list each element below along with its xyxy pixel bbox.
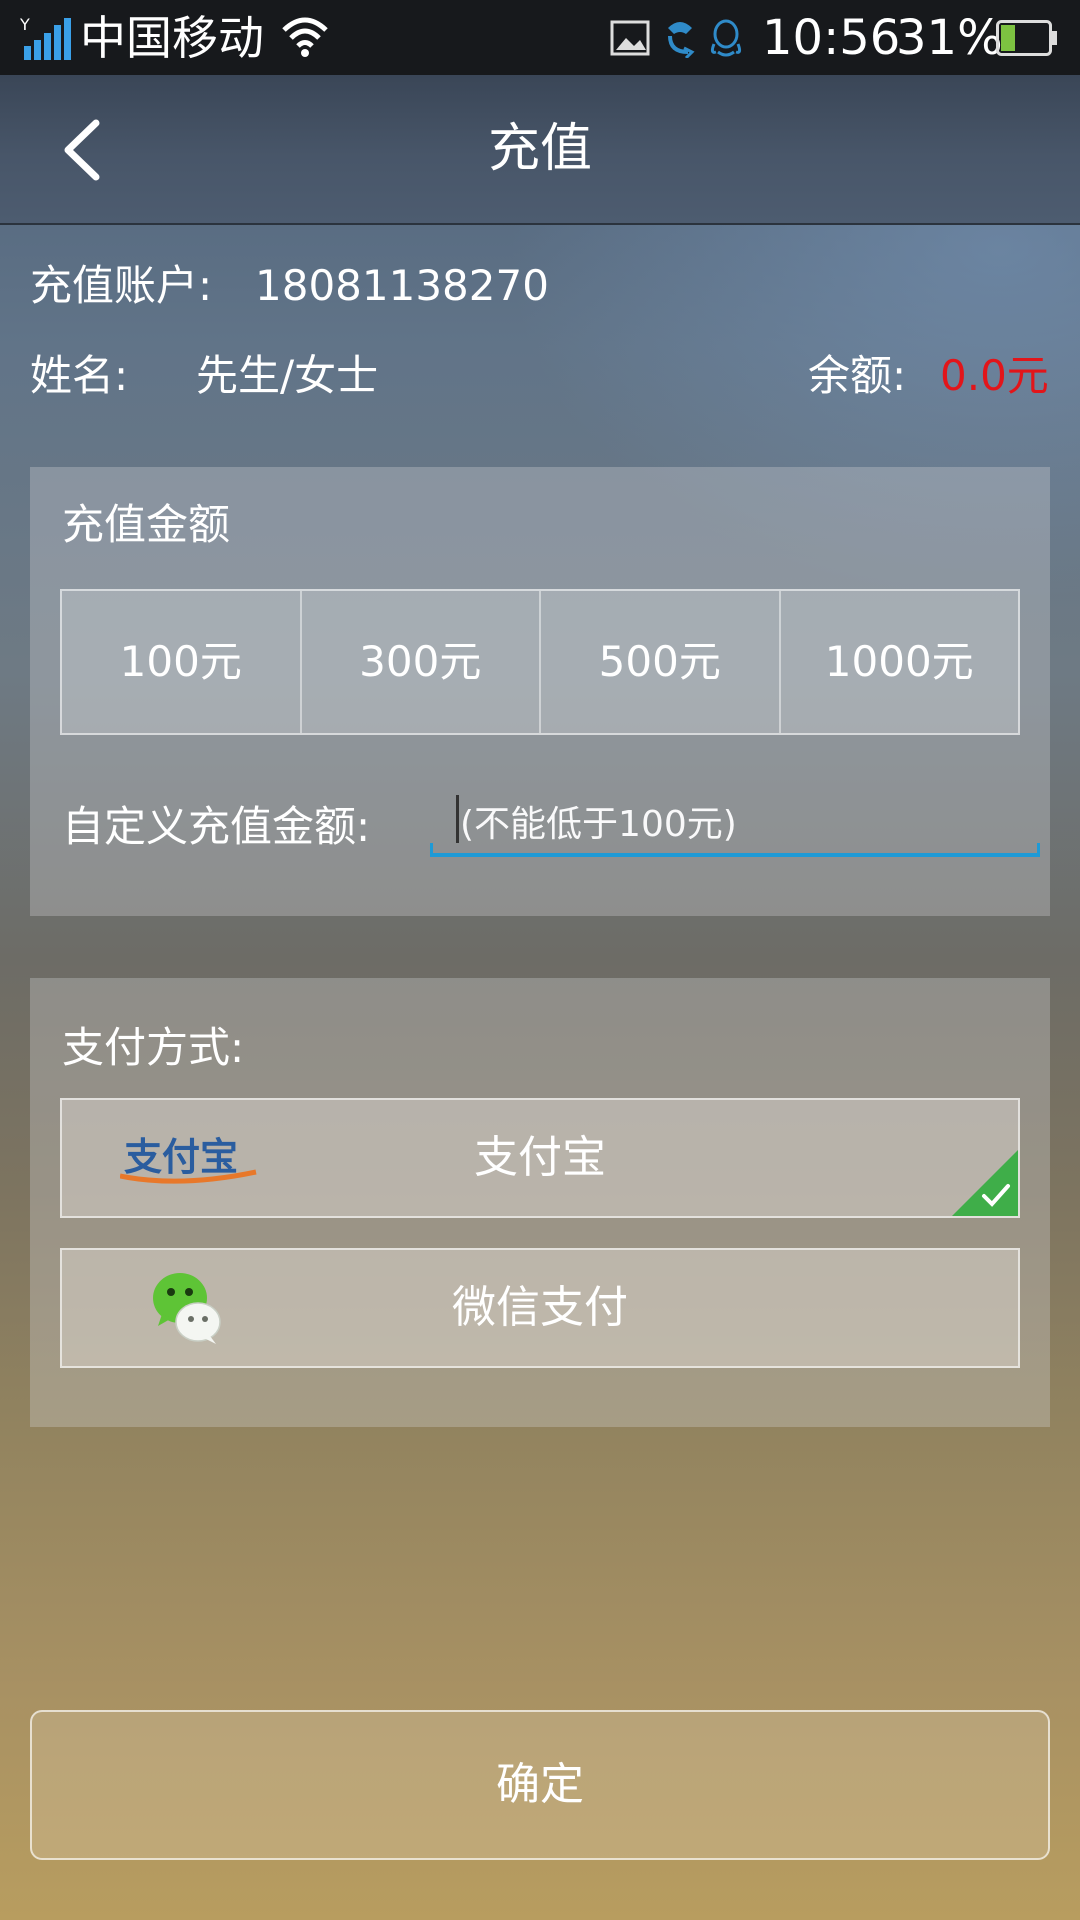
amount-options: 100元 300元 500元 1000元 (60, 589, 1020, 735)
title-bar: 充值 (0, 75, 1080, 225)
svg-text:Y: Y (20, 16, 30, 34)
check-icon (952, 1150, 1018, 1216)
amount-option-100[interactable]: 100元 (62, 591, 302, 733)
image-icon (610, 20, 650, 56)
battery-percentage: 31% (896, 10, 1003, 66)
amount-option-1000[interactable]: 1000元 (781, 591, 1019, 733)
payment-method-title: 支付方式: (62, 1023, 245, 1072)
name-label: 姓名: (30, 351, 129, 400)
name-value: 先生/女士 (196, 351, 379, 400)
account-label: 充值账户: (30, 261, 213, 310)
custom-amount-label: 自定义充值金额: (62, 802, 371, 851)
recharge-amount-title: 充值金额 (62, 500, 231, 549)
page-title: 充值 (487, 119, 592, 179)
wifi-icon (282, 17, 328, 57)
phone-icon (668, 22, 695, 58)
alipay-label: 支付宝 (474, 1132, 606, 1183)
input-underline (430, 843, 1040, 857)
carrier-name: 中国移动 (80, 11, 264, 65)
amount-option-300[interactable]: 300元 (302, 591, 541, 733)
payment-option-alipay[interactable]: 支付宝 支付宝 (60, 1098, 1020, 1218)
amount-option-500[interactable]: 500元 (541, 591, 781, 733)
recharge-amount-panel: 充值金额 100元 300元 500元 1000元 自定义充值金额: (30, 467, 1050, 916)
signal-icon: Y (20, 16, 71, 60)
balance-label: 余额: (808, 351, 907, 400)
confirm-button[interactable]: 确定 (30, 1710, 1050, 1860)
text-cursor (456, 795, 459, 843)
account-number: 18081138270 (255, 261, 549, 310)
clock: 10:56 (762, 10, 901, 66)
battery-icon (996, 20, 1057, 56)
status-bar: Y 中国移动 10:56 31% (0, 0, 1080, 75)
payment-method-panel: 支付方式: 支付宝 支付宝 微信支付 (30, 978, 1050, 1427)
wechat-pay-label: 微信支付 (452, 1282, 628, 1333)
balance-value: 0.0元 (940, 351, 1049, 400)
payment-option-wechat[interactable]: 微信支付 (60, 1248, 1020, 1368)
qq-icon (710, 19, 742, 57)
